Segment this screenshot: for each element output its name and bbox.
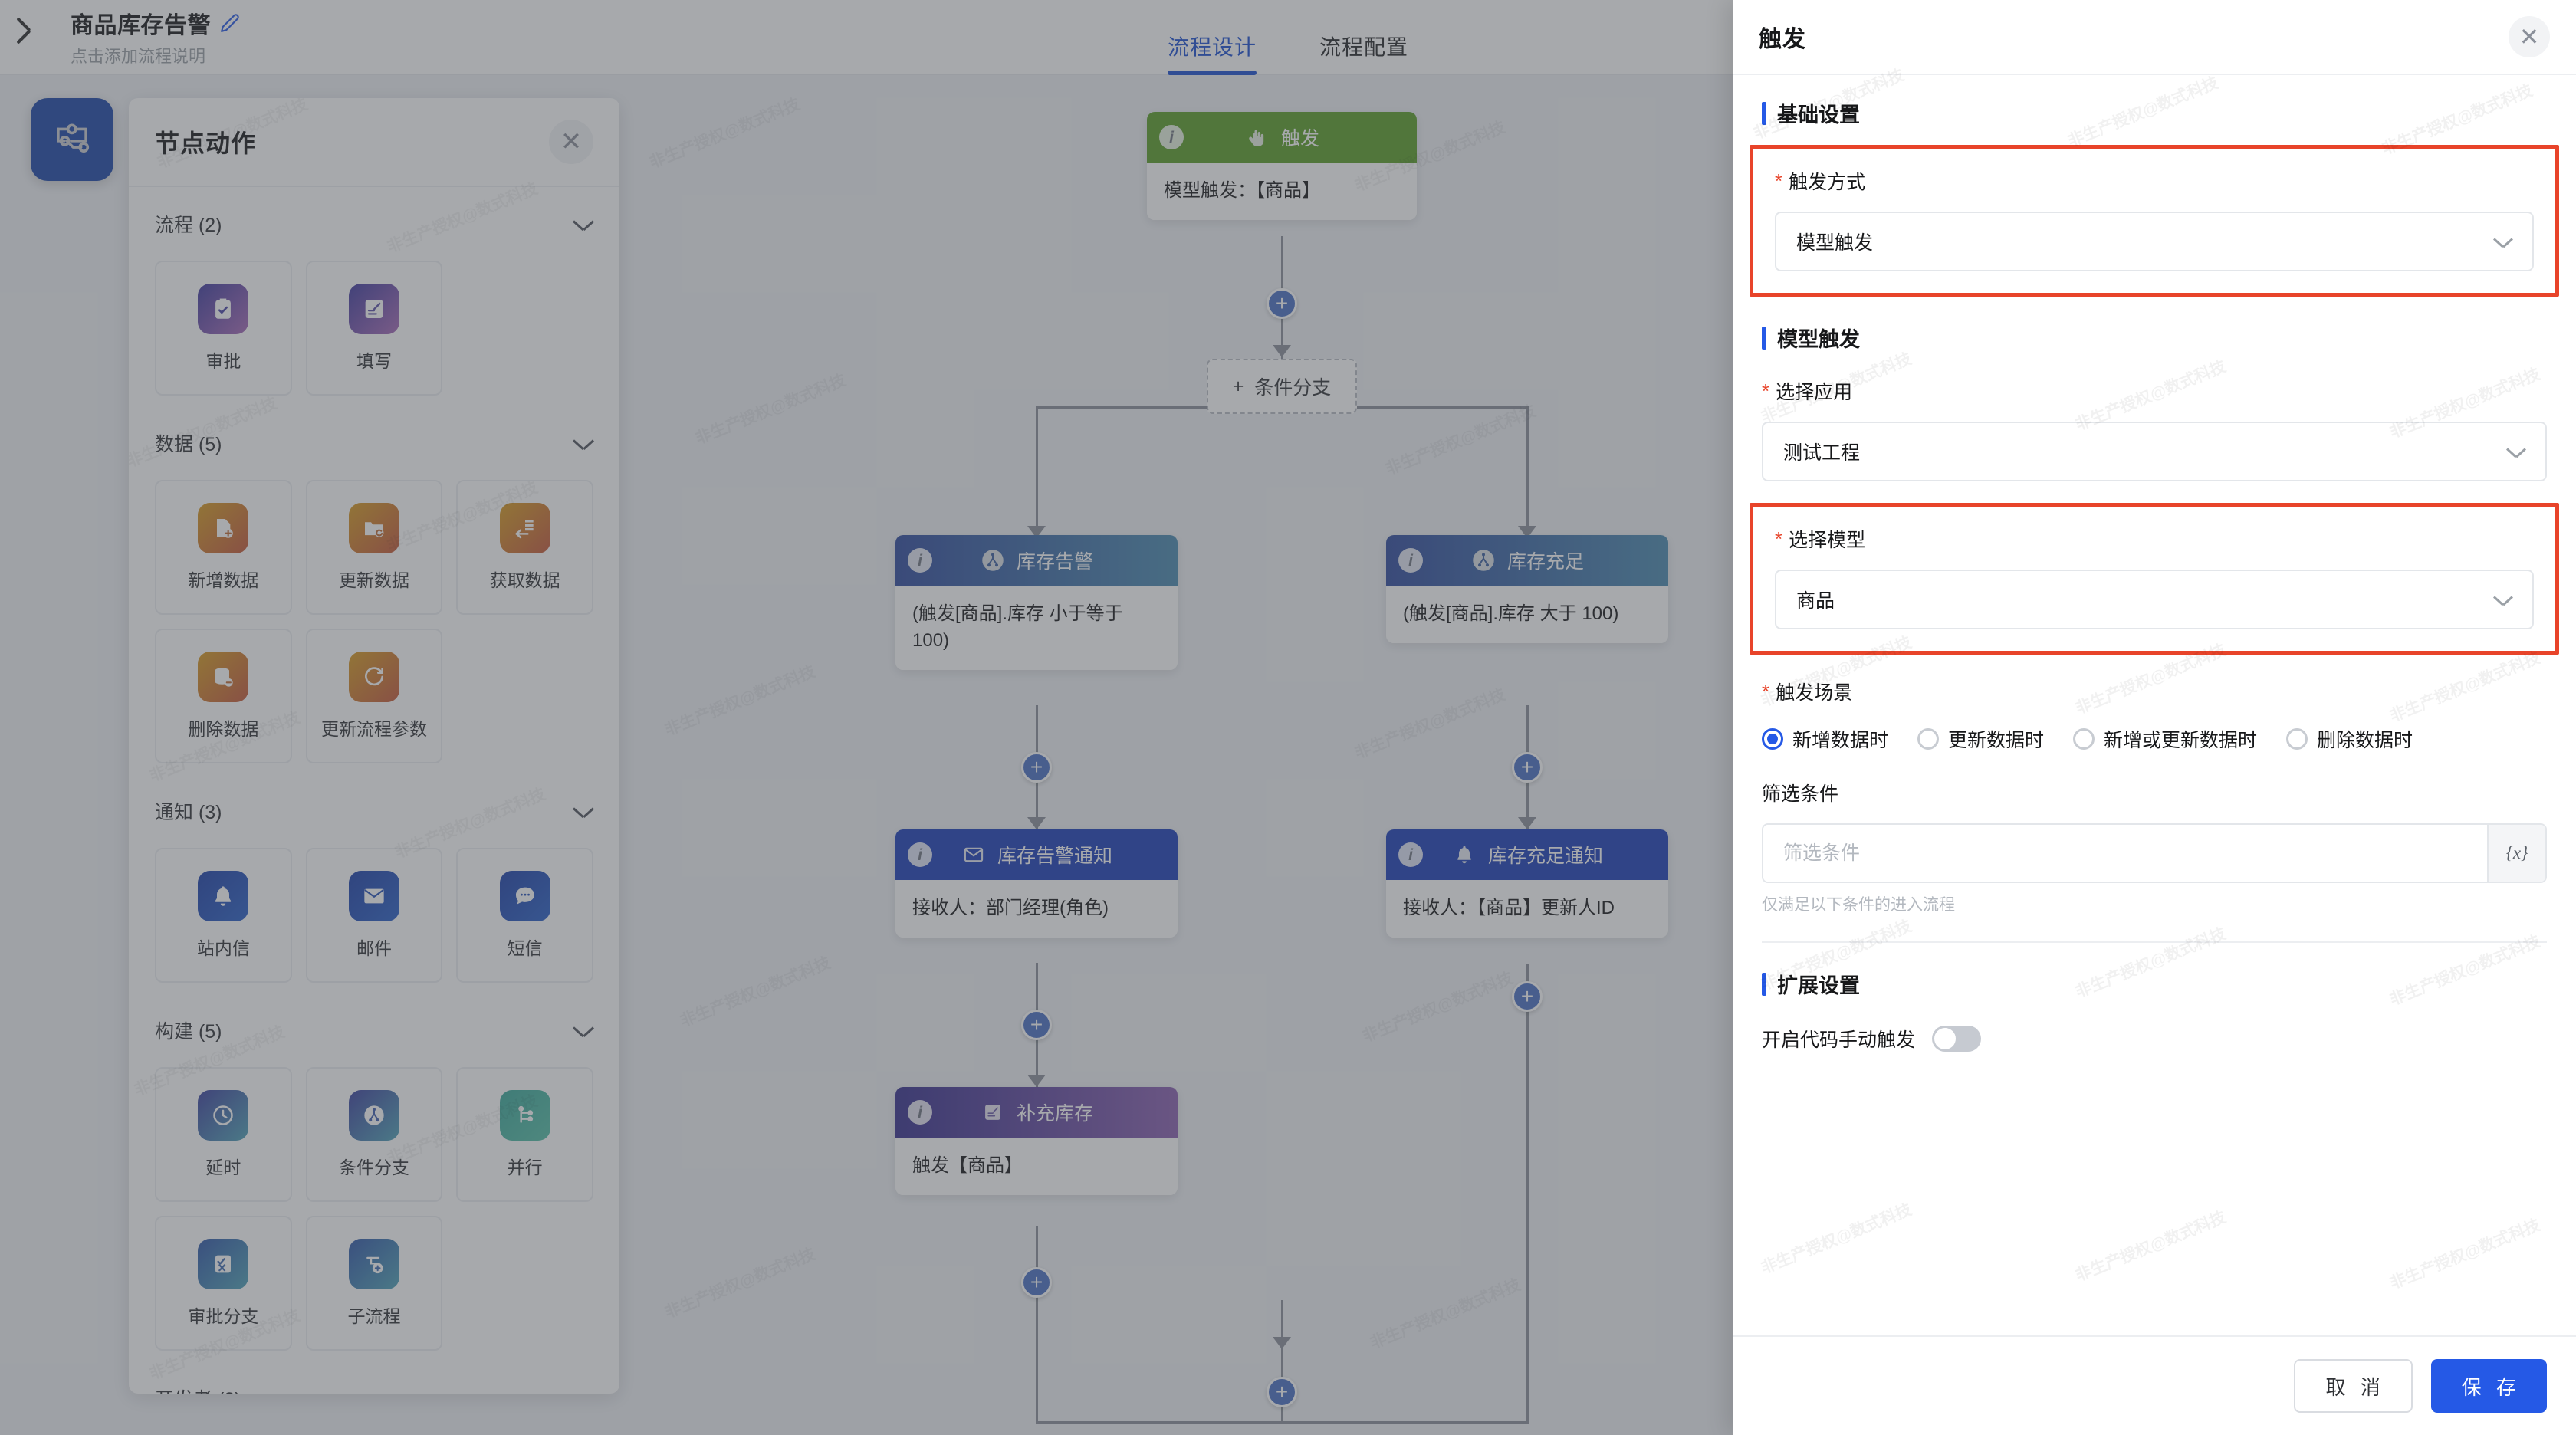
filter-input[interactable] bbox=[1763, 825, 2487, 882]
selected-value: 模型触发 bbox=[1796, 232, 1874, 254]
field-trigger-mode-wrap: * 触发方式 模型触发 bbox=[1733, 128, 2576, 297]
section-title: 模型触发 bbox=[1777, 328, 1860, 351]
manual-trigger-toggle[interactable] bbox=[1932, 1026, 1982, 1052]
required-asterisk: * bbox=[1775, 527, 1783, 550]
section-extend-title-row: 扩展设置 bbox=[1762, 969, 2547, 999]
trigger-scene-radio-group: 新增数据时 更新数据时 新增或更新数据时 删除数据时 bbox=[1762, 725, 2547, 753]
drawer-body: 基础设置 * 触发方式 模型触发 模型触发 * 选择应用 测试工程 * 选择模型… bbox=[1733, 75, 2576, 1335]
section-accent-bar bbox=[1762, 101, 1766, 125]
selected-value: 商品 bbox=[1796, 590, 1835, 612]
filter-input-group: {x} bbox=[1762, 823, 2547, 883]
radio-label: 新增数据时 bbox=[1792, 730, 1889, 751]
drawer-title: 触发 bbox=[1759, 27, 1806, 52]
radio-indicator bbox=[2286, 728, 2308, 750]
select-model-select[interactable]: 商品 bbox=[1775, 570, 2534, 629]
section-model: 模型触发 * 选择应用 测试工程 bbox=[1733, 297, 2576, 481]
label-text: 筛选条件 bbox=[1762, 783, 1839, 805]
radio-label: 更新数据时 bbox=[1948, 730, 2045, 751]
manual-trigger-row: 开启代码手动触发 bbox=[1762, 1025, 2547, 1052]
radio-label: 新增或更新数据时 bbox=[2104, 730, 2258, 751]
section-basic-title-row: 基础设置 bbox=[1762, 98, 2547, 128]
radio-option-on-create[interactable]: 新增数据时 bbox=[1762, 725, 1888, 753]
radio-indicator bbox=[1917, 728, 1940, 750]
section-title: 扩展设置 bbox=[1777, 974, 1860, 997]
highlight-box-select-model: * 选择模型 商品 bbox=[1750, 503, 2559, 655]
trigger-settings-drawer[interactable]: 触发 ✕ 基础设置 * 触发方式 模型触发 模型触发 * 选择应用 测试工程 *… bbox=[1733, 0, 2576, 1435]
radio-option-on-update[interactable]: 更新数据时 bbox=[1917, 725, 2044, 753]
radio-indicator bbox=[2073, 728, 2095, 750]
field-label-trigger-mode: * 触发方式 bbox=[1775, 167, 2534, 195]
field-label-trigger-scene: * 触发场景 bbox=[1762, 678, 2547, 705]
cancel-button[interactable]: 取 消 bbox=[2293, 1359, 2413, 1413]
divider-wrap bbox=[1733, 915, 2576, 943]
trigger-mode-select[interactable]: 模型触发 bbox=[1775, 212, 2534, 271]
field-select-app: * 选择应用 测试工程 bbox=[1762, 377, 2547, 481]
required-asterisk: * bbox=[1762, 379, 1770, 402]
filter-hint: 仅满足以下条件的进入流程 bbox=[1762, 896, 1955, 914]
section-accent-bar bbox=[1762, 972, 1766, 996]
chevron-down-icon bbox=[2507, 446, 2525, 457]
radio-label: 删除数据时 bbox=[2317, 730, 2413, 751]
section-model-title-row: 模型触发 bbox=[1762, 323, 2547, 353]
screen-root: 商品库存告警 点击添加流程说明 流程设计 流程配置 i 触发 模型触发：【商品】… bbox=[0, 0, 2576, 1435]
label-text: 选择模型 bbox=[1789, 530, 1866, 551]
section-accent-bar bbox=[1762, 326, 1766, 350]
highlight-box-trigger-mode: * 触发方式 模型触发 bbox=[1750, 145, 2559, 297]
radio-indicator bbox=[1762, 728, 1783, 750]
modal-overlay[interactable] bbox=[0, 0, 1733, 1435]
section-basic: 基础设置 bbox=[1733, 75, 2576, 128]
label-text: 触发方式 bbox=[1789, 172, 1866, 193]
field-label-select-app: * 选择应用 bbox=[1762, 377, 2547, 405]
label-text: 触发场景 bbox=[1776, 682, 1853, 704]
field-filter: 筛选条件 {x} 仅满足以下条件的进入流程 bbox=[1733, 753, 2576, 915]
radio-option-on-delete[interactable]: 删除数据时 bbox=[2286, 725, 2413, 753]
close-icon[interactable]: ✕ bbox=[2509, 16, 2550, 57]
required-asterisk: * bbox=[1762, 680, 1770, 703]
field-trigger-scene: * 触发场景 新增数据时 更新数据时 新增或更新数据时 删除数据时 bbox=[1733, 655, 2576, 753]
field-select-model-wrap: * 选择模型 商品 bbox=[1733, 481, 2576, 655]
select-app-select[interactable]: 测试工程 bbox=[1762, 422, 2547, 481]
field-label-select-model: * 选择模型 bbox=[1775, 525, 2534, 553]
selected-value: 测试工程 bbox=[1783, 442, 1861, 464]
section-title: 基础设置 bbox=[1777, 103, 1860, 126]
chevron-down-icon bbox=[2494, 594, 2512, 605]
formula-button[interactable]: {x} bbox=[2487, 825, 2545, 882]
manual-trigger-label: 开启代码手动触发 bbox=[1762, 1029, 1916, 1051]
field-label-filter: 筛选条件 bbox=[1762, 779, 2547, 806]
chevron-down-icon bbox=[2494, 236, 2512, 247]
required-asterisk: * bbox=[1775, 169, 1783, 192]
section-extend: 扩展设置 开启代码手动触发 bbox=[1733, 943, 2576, 1052]
label-text: 选择应用 bbox=[1776, 382, 1853, 403]
drawer-header: 触发 ✕ bbox=[1733, 0, 2576, 75]
drawer-footer: 取 消 保 存 bbox=[1733, 1335, 2576, 1435]
save-button[interactable]: 保 存 bbox=[2430, 1359, 2547, 1413]
radio-option-on-create-or-update[interactable]: 新增或更新数据时 bbox=[2073, 725, 2257, 753]
